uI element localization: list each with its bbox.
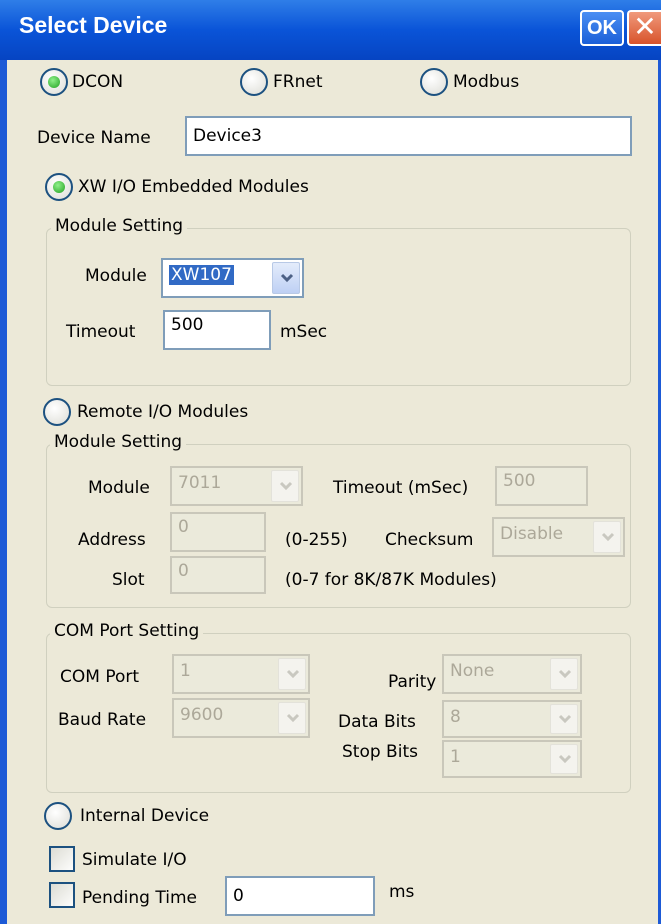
chevron-down-icon[interactable] xyxy=(550,704,578,734)
window-title: Select Device xyxy=(19,12,168,38)
modbus-label: Modbus xyxy=(453,72,520,92)
window-border-left xyxy=(0,60,7,924)
remote-module-label: Module xyxy=(88,478,150,498)
xw-module-select[interactable]: XW107 xyxy=(161,258,304,298)
device-name-input[interactable]: Device3 xyxy=(185,116,632,156)
parity-label: Parity xyxy=(388,672,437,692)
xw-module-setting-group xyxy=(46,228,631,386)
remote-io-radio[interactable] xyxy=(43,398,71,426)
parity-value: None xyxy=(450,661,495,681)
remote-module-value: 7011 xyxy=(178,473,222,493)
slot-label: Slot xyxy=(112,570,145,590)
dcon-radio[interactable] xyxy=(40,68,68,96)
chevron-down-icon[interactable] xyxy=(550,744,578,774)
xw-timeout-input[interactable]: 500 xyxy=(163,310,271,350)
chevron-down-icon[interactable] xyxy=(278,702,306,734)
xw-timeout-label: Timeout xyxy=(66,322,136,342)
chevron-down-icon[interactable] xyxy=(278,658,306,690)
xw-module-value: XW107 xyxy=(169,265,234,285)
dcon-label: DCON xyxy=(72,72,124,92)
stop-bits-select[interactable]: 1 xyxy=(442,740,582,778)
address-input[interactable]: 0 xyxy=(170,512,266,552)
xw-io-label: XW I/O Embedded Modules xyxy=(78,177,309,197)
frnet-radio[interactable] xyxy=(240,68,268,96)
internal-device-label: Internal Device xyxy=(80,806,210,826)
pending-time-checkbox[interactable] xyxy=(49,882,75,908)
device-name-label: Device Name xyxy=(37,128,151,148)
xw-timeout-unit: mSec xyxy=(280,322,328,342)
chevron-down-icon[interactable] xyxy=(272,262,300,294)
com-port-label: COM Port xyxy=(60,667,140,687)
com-port-setting-title: COM Port Setting xyxy=(50,621,204,641)
pending-time-unit: ms xyxy=(389,882,415,902)
modbus-radio[interactable] xyxy=(420,68,448,96)
pending-time-label: Pending Time xyxy=(82,888,197,908)
baud-rate-select[interactable]: 9600 xyxy=(172,698,310,738)
chevron-down-icon[interactable] xyxy=(271,470,299,502)
remote-module-setting-title: Module Setting xyxy=(50,432,187,452)
checksum-label: Checksum xyxy=(385,530,474,550)
checksum-value: Disable xyxy=(500,524,564,544)
title-bar: Select Device OK ✕ xyxy=(0,0,661,60)
slot-range-label: (0-7 for 8K/87K Modules) xyxy=(285,570,497,590)
remote-timeout-label: Timeout (mSec) xyxy=(333,478,469,498)
address-range-label: (0-255) xyxy=(285,530,348,550)
slot-input[interactable]: 0 xyxy=(170,556,266,594)
parity-select[interactable]: None xyxy=(442,654,582,694)
checksum-select[interactable]: Disable xyxy=(492,517,625,557)
xw-module-label: Module xyxy=(85,266,147,286)
chevron-down-icon[interactable] xyxy=(593,521,621,553)
stop-bits-label: Stop Bits xyxy=(342,742,418,762)
xw-io-radio[interactable] xyxy=(45,173,73,201)
baud-rate-value: 9600 xyxy=(180,705,224,725)
simulate-io-checkbox[interactable] xyxy=(49,846,75,872)
chevron-down-icon[interactable] xyxy=(550,658,578,690)
data-bits-select[interactable]: 8 xyxy=(442,700,582,738)
com-port-select[interactable]: 1 xyxy=(172,654,310,694)
ok-button[interactable]: OK xyxy=(580,10,624,46)
com-port-value: 1 xyxy=(180,661,191,681)
data-bits-value: 8 xyxy=(450,707,461,727)
baud-rate-label: Baud Rate xyxy=(58,710,147,730)
remote-io-label: Remote I/O Modules xyxy=(77,402,249,422)
simulate-io-label: Simulate I/O xyxy=(82,850,187,870)
pending-time-input[interactable]: 0 xyxy=(225,876,375,916)
remote-module-select[interactable]: 7011 xyxy=(170,466,303,506)
address-label: Address xyxy=(78,530,146,550)
remote-timeout-input[interactable]: 500 xyxy=(495,466,588,506)
xw-module-setting-title: Module Setting xyxy=(51,216,188,236)
close-button[interactable]: ✕ xyxy=(627,10,661,46)
frnet-label: FRnet xyxy=(273,72,323,92)
internal-device-radio[interactable] xyxy=(44,802,72,830)
stop-bits-value: 1 xyxy=(450,747,461,767)
data-bits-label: Data Bits xyxy=(338,712,416,732)
select-device-dialog: Select Device OK ✕ DCON FRnet Modbus Dev… xyxy=(0,0,661,924)
